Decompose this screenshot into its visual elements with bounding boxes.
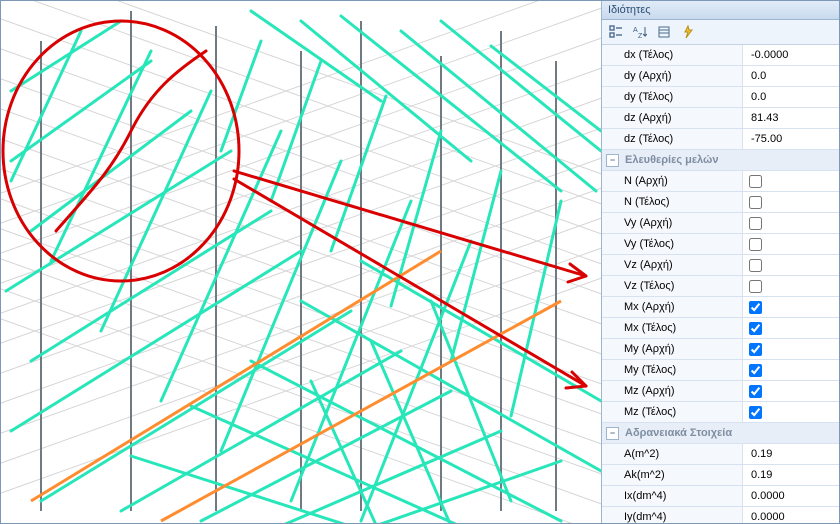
property-key: A(m^2) xyxy=(602,444,743,464)
propertypages-button[interactable] xyxy=(654,22,674,42)
property-key: Mz (Τέλος) xyxy=(602,402,743,422)
property-key: Mx (Τέλος) xyxy=(602,318,743,338)
property-value-input[interactable] xyxy=(749,86,835,108)
property-checkbox[interactable] xyxy=(749,301,762,314)
property-checkbox[interactable] xyxy=(749,280,762,293)
property-key: dy (Αρχή) xyxy=(602,66,743,86)
alphabetical-button[interactable]: AZ xyxy=(630,22,650,42)
property-row: N (Τέλος) xyxy=(602,192,840,213)
property-key: Ix(dm^4) xyxy=(602,486,743,506)
property-checkbox[interactable] xyxy=(749,217,762,230)
property-key: Iy(dm^4) xyxy=(602,507,743,524)
property-row: Mz (Αρχή) xyxy=(602,381,840,402)
collapse-toggle[interactable]: − xyxy=(606,154,619,167)
property-checkbox[interactable] xyxy=(749,238,762,251)
property-key: N (Τέλος) xyxy=(602,192,743,212)
property-key: Mz (Αρχή) xyxy=(602,381,743,401)
category-row[interactable]: −Ελευθερίες μελών xyxy=(602,150,840,171)
property-checkbox[interactable] xyxy=(749,175,762,188)
property-key: Vz (Αρχή) xyxy=(602,255,743,275)
category-row[interactable]: −Αδρανειακά Στοιχεία xyxy=(602,423,840,444)
property-row: Ak(m^2) xyxy=(602,465,840,486)
property-checkbox[interactable] xyxy=(749,385,762,398)
panel-toolbar: AZ xyxy=(602,20,840,45)
property-key: dx (Τέλος) xyxy=(602,45,743,65)
property-key: dz (Αρχή) xyxy=(602,108,743,128)
property-row: Mx (Τέλος) xyxy=(602,318,840,339)
property-row: Ix(dm^4) xyxy=(602,486,840,507)
property-value-input[interactable] xyxy=(749,45,835,66)
property-row: Mx (Αρχή) xyxy=(602,297,840,318)
property-checkbox[interactable] xyxy=(749,322,762,335)
property-row: dy (Τέλος) xyxy=(602,87,840,108)
property-checkbox[interactable] xyxy=(749,259,762,272)
property-row: My (Τέλος) xyxy=(602,360,840,381)
property-row: Mz (Τέλος) xyxy=(602,402,840,423)
property-key: Vz (Τέλος) xyxy=(602,276,743,296)
property-value-input[interactable] xyxy=(749,506,835,524)
property-value-input[interactable] xyxy=(749,443,835,465)
panel-title: Ιδιότητες xyxy=(602,1,840,20)
property-key: Mx (Αρχή) xyxy=(602,297,743,317)
property-key: Vy (Τέλος) xyxy=(602,234,743,254)
property-value-input[interactable] xyxy=(749,485,835,507)
property-key: Ak(m^2) xyxy=(602,465,743,485)
property-row: Vy (Αρχή) xyxy=(602,213,840,234)
property-row: Iy(dm^4) xyxy=(602,507,840,524)
property-row: My (Αρχή) xyxy=(602,339,840,360)
property-checkbox[interactable] xyxy=(749,196,762,209)
property-value-input[interactable] xyxy=(749,128,835,150)
property-row: dz (Τέλος) xyxy=(602,129,840,150)
property-row: N (Αρχή) xyxy=(602,171,840,192)
property-row: A(m^2) xyxy=(602,444,840,465)
property-row: dx (Τέλος) xyxy=(602,45,840,66)
property-checkbox[interactable] xyxy=(749,364,762,377)
property-key: My (Αρχή) xyxy=(602,339,743,359)
property-value-input[interactable] xyxy=(749,464,835,486)
property-key: dy (Τέλος) xyxy=(602,87,743,107)
property-row: Vz (Αρχή) xyxy=(602,255,840,276)
property-value-input[interactable] xyxy=(749,107,835,129)
property-key: My (Τέλος) xyxy=(602,360,743,380)
property-row: Vz (Τέλος) xyxy=(602,276,840,297)
property-key: dz (Τέλος) xyxy=(602,129,743,149)
model-viewport[interactable] xyxy=(1,1,601,524)
property-row: dy (Αρχή) xyxy=(602,66,840,87)
categorized-button[interactable] xyxy=(606,22,626,42)
property-value-input[interactable] xyxy=(749,65,835,87)
properties-panel: Ιδιότητες AZ dx (Τέλος)dy (Αρχή)dy (Τέλο… xyxy=(601,1,840,524)
property-grid[interactable]: dx (Τέλος)dy (Αρχή)dy (Τέλος)dz (Αρχή)dz… xyxy=(602,45,840,524)
property-row: Vy (Τέλος) xyxy=(602,234,840,255)
property-key: Vy (Αρχή) xyxy=(602,213,743,233)
category-label: Αδρανειακά Στοιχεία xyxy=(625,427,732,439)
property-row: dz (Αρχή) xyxy=(602,108,840,129)
property-key: N (Αρχή) xyxy=(602,171,743,191)
category-label: Ελευθερίες μελών xyxy=(625,154,718,166)
svg-text:Z: Z xyxy=(638,33,643,39)
events-button[interactable] xyxy=(678,22,698,42)
property-checkbox[interactable] xyxy=(749,406,762,419)
property-checkbox[interactable] xyxy=(749,343,762,356)
collapse-toggle[interactable]: − xyxy=(606,427,619,440)
